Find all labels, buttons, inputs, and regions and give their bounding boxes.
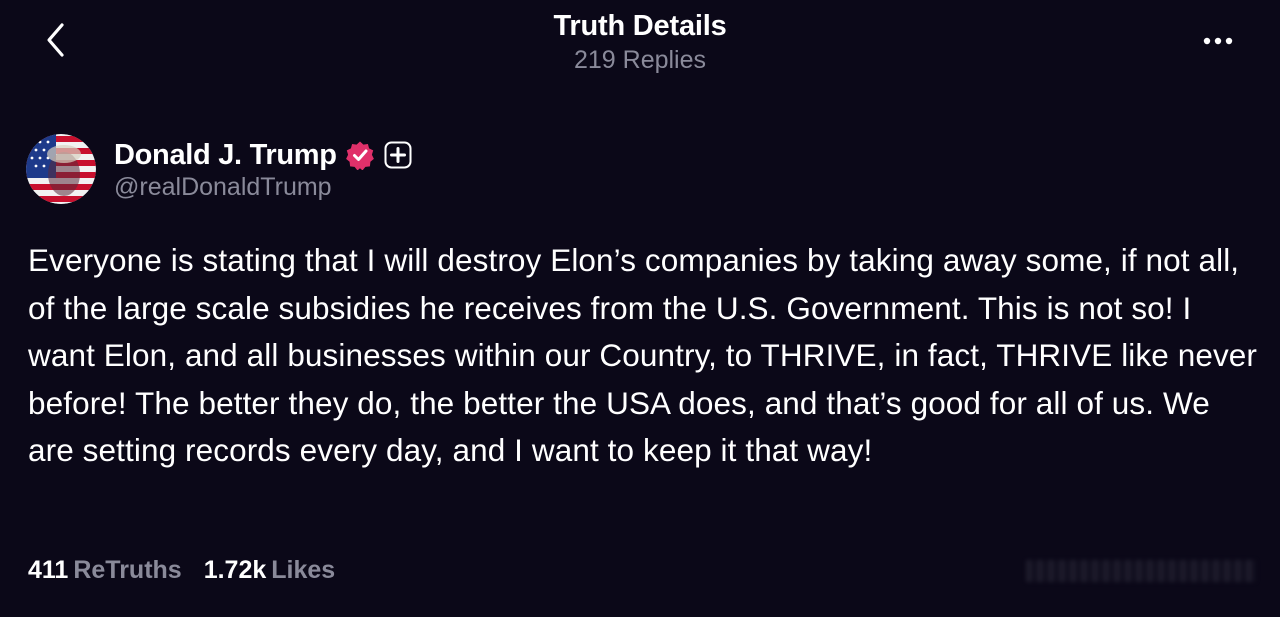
author-handle[interactable]: @realDonaldTrump [114, 172, 412, 202]
likes-label: Likes [271, 556, 336, 584]
likes-stat[interactable]: 1.72k Likes [204, 556, 336, 585]
retruths-stat[interactable]: 411 ReTruths [28, 556, 182, 585]
retruths-label: ReTruths [73, 556, 182, 584]
truth-details-screen: Truth Details 219 Replies Donald J. Trum… [0, 0, 1280, 617]
author-name-line: Donald J. Trump [114, 136, 412, 174]
avatar[interactable] [26, 134, 96, 204]
plus-badge-icon [384, 141, 412, 169]
verified-badge-icon [345, 140, 375, 170]
post-author: Donald J. Trump @realDonaldTrump [26, 134, 412, 204]
author-info: Donald J. Trump @realDonaldTrump [114, 136, 412, 202]
more-horizontal-icon [1203, 37, 1233, 45]
more-options-button[interactable] [1194, 26, 1242, 56]
likes-count: 1.72k [203, 556, 267, 584]
post-body: Everyone is stating that I will destroy … [28, 237, 1258, 475]
post-stats: 411 ReTruths 1.72k Likes [28, 556, 335, 585]
retruths-count: 411 [28, 556, 69, 584]
author-name[interactable]: Donald J. Trump [114, 139, 337, 172]
blurred-watermark [1026, 560, 1256, 582]
replies-count: 219 Replies [573, 46, 707, 74]
page-title: Truth Details [553, 10, 727, 42]
post-text: Everyone is stating that I will destroy … [28, 242, 1258, 468]
page-header: Truth Details 219 Replies [0, 8, 1280, 76]
